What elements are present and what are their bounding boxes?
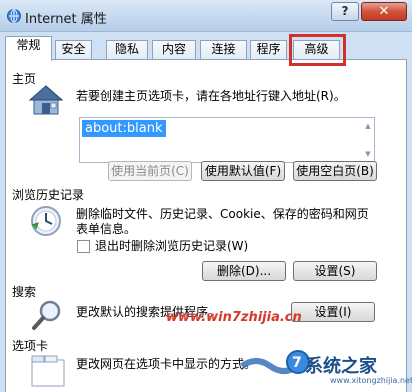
tab-general[interactable]: 常规 xyxy=(5,36,52,61)
use-default-button[interactable]: 使用默认值(F) xyxy=(201,161,285,181)
tab-connections[interactable]: 连接 xyxy=(200,40,247,59)
home-page-address-field[interactable]: about:blank ▲ ▼ xyxy=(79,117,375,163)
svg-text:7: 7 xyxy=(292,355,302,371)
history-description-line1: 删除临时文件、历史记录、Cookie、保存的密码和网页 xyxy=(76,207,369,221)
title-bar: Internet 属性 ? ✕ xyxy=(0,0,412,32)
tabs-description: 更改网页在选项卡中显示的方式。 xyxy=(76,357,257,371)
delete-on-exit-label[interactable]: 退出时删除浏览历史记录(W) xyxy=(95,238,248,254)
history-section-title: 浏览历史记录 xyxy=(12,188,85,202)
delete-on-exit-checkbox[interactable] xyxy=(77,240,90,253)
home-page-address-value: about:blank xyxy=(82,120,166,137)
tabs-section-title: 选项卡 xyxy=(12,339,49,353)
tab-strip: 常规 安全 隐私 内容 连接 程序 高级 xyxy=(5,36,407,61)
window-title: Internet 属性 xyxy=(25,12,107,27)
tab-privacy[interactable]: 隐私 xyxy=(106,40,148,59)
watermark-logo-url: www.xitongzhijia.net xyxy=(330,376,412,385)
use-blank-button[interactable]: 使用空白页(B) xyxy=(293,161,377,181)
history-clock-icon xyxy=(31,206,61,236)
magnifier-icon xyxy=(32,300,61,330)
tab-security[interactable]: 安全 xyxy=(55,40,92,59)
tabs-window-icon xyxy=(31,355,65,387)
internet-explorer-icon xyxy=(7,9,21,23)
history-settings-button[interactable]: 设置(S) xyxy=(293,261,377,281)
delete-history-button[interactable]: 删除(D)... xyxy=(202,261,286,281)
watermark-logo-text: 系统之家 xyxy=(305,356,377,377)
tab-programs[interactable]: 程序 xyxy=(250,40,287,59)
watermark-text: www.win7zhijia.cn xyxy=(166,310,302,325)
help-button[interactable]: ? xyxy=(331,2,359,21)
use-current-button[interactable]: 使用当前页(C) xyxy=(108,161,192,181)
house-icon xyxy=(28,85,64,115)
history-description-line2: 表单信息。 xyxy=(76,222,137,236)
home-description: 若要创建主页选项卡，请在各地址行键入地址(R)。 xyxy=(76,89,346,103)
address-scrollbar[interactable]: ▲ ▼ xyxy=(363,119,373,161)
close-button[interactable]: ✕ xyxy=(361,2,407,21)
advanced-tab-highlight-box xyxy=(289,34,346,66)
tab-content[interactable]: 内容 xyxy=(152,40,196,59)
